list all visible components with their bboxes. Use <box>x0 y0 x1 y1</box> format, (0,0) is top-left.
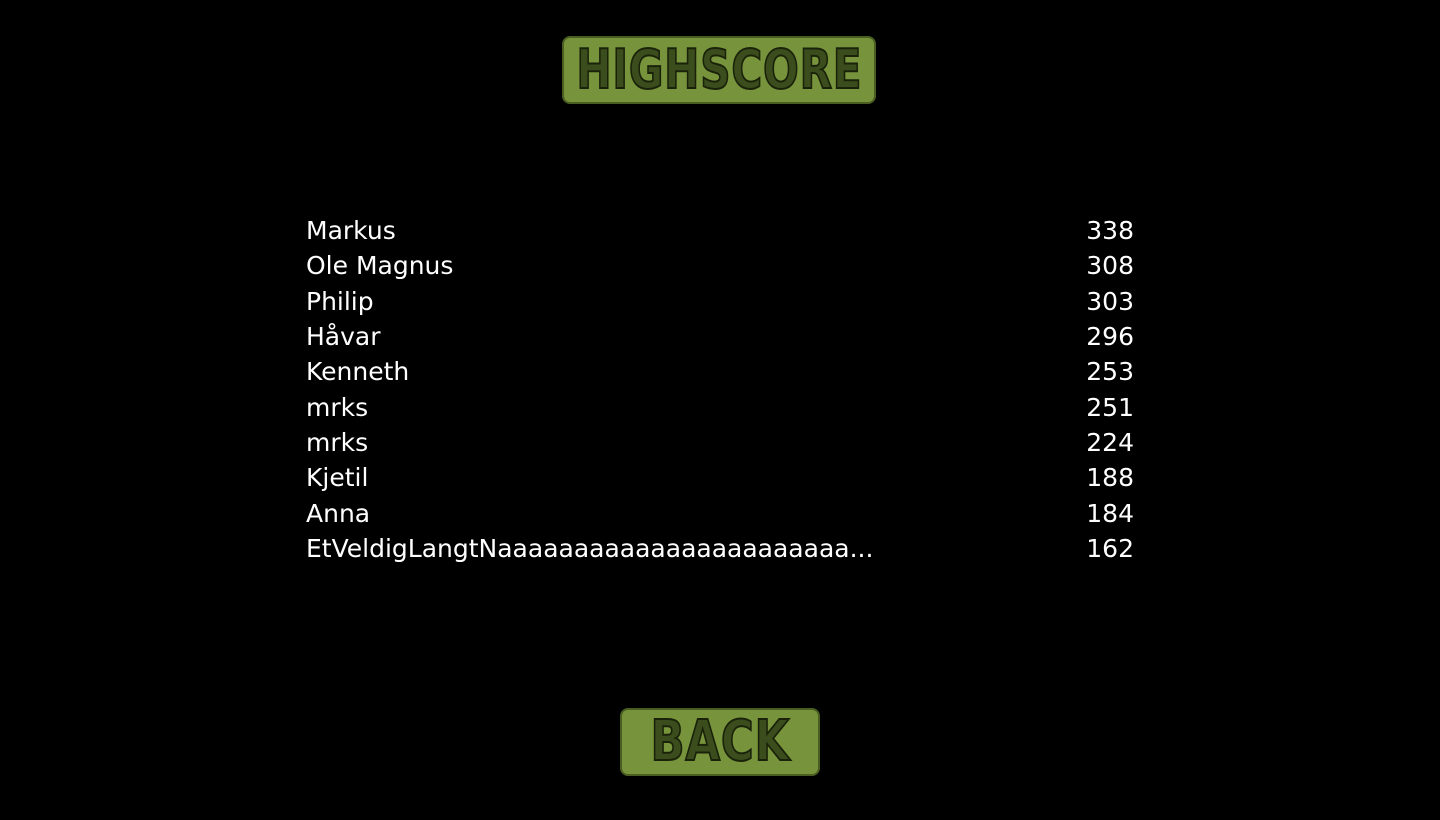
score-row: mrks 224 <box>306 425 1134 460</box>
player-name: Håvar <box>306 322 381 352</box>
highscore-title-badge: HIGHSCORE <box>562 36 876 104</box>
score-row: Kenneth 253 <box>306 354 1134 389</box>
score-row: mrks 251 <box>306 389 1134 424</box>
back-button-label: BACK <box>649 709 790 774</box>
player-score: 188 <box>1086 463 1134 493</box>
player-name: Kjetil <box>306 463 369 493</box>
player-name: Ole Magnus <box>306 251 454 281</box>
player-name: mrks <box>306 392 369 422</box>
player-name: Philip <box>306 286 374 316</box>
score-row: EtVeldigLangtNaaaaaaaaaaaaaaaaaaaaaaa...… <box>306 531 1134 566</box>
player-name: Markus <box>306 216 396 246</box>
score-row: Ole Magnus 308 <box>306 248 1134 283</box>
player-score: 296 <box>1086 322 1134 352</box>
player-score: 308 <box>1086 251 1134 281</box>
player-score: 253 <box>1086 357 1134 387</box>
score-row: Anna 184 <box>306 495 1134 530</box>
player-score: 338 <box>1086 216 1134 246</box>
player-score: 184 <box>1086 498 1134 528</box>
player-score: 224 <box>1086 427 1134 457</box>
score-row: Markus 338 <box>306 213 1134 248</box>
page-title: HIGHSCORE <box>575 38 863 101</box>
player-name: Anna <box>306 498 371 528</box>
player-name: Kenneth <box>306 357 410 387</box>
score-row: Philip 303 <box>306 284 1134 319</box>
player-score: 303 <box>1086 286 1134 316</box>
player-score: 162 <box>1086 533 1134 563</box>
player-name: EtVeldigLangtNaaaaaaaaaaaaaaaaaaaaaaa... <box>306 533 874 563</box>
back-button[interactable]: BACK <box>620 708 820 776</box>
highscore-list: Markus 338 Ole Magnus 308 Philip 303 Håv… <box>306 213 1134 566</box>
score-row: Kjetil 188 <box>306 460 1134 495</box>
player-score: 251 <box>1086 392 1134 422</box>
highscore-screen: HIGHSCORE Markus 338 Ole Magnus 308 Phil… <box>0 0 1440 820</box>
score-row: Håvar 296 <box>306 319 1134 354</box>
player-name: mrks <box>306 427 369 457</box>
